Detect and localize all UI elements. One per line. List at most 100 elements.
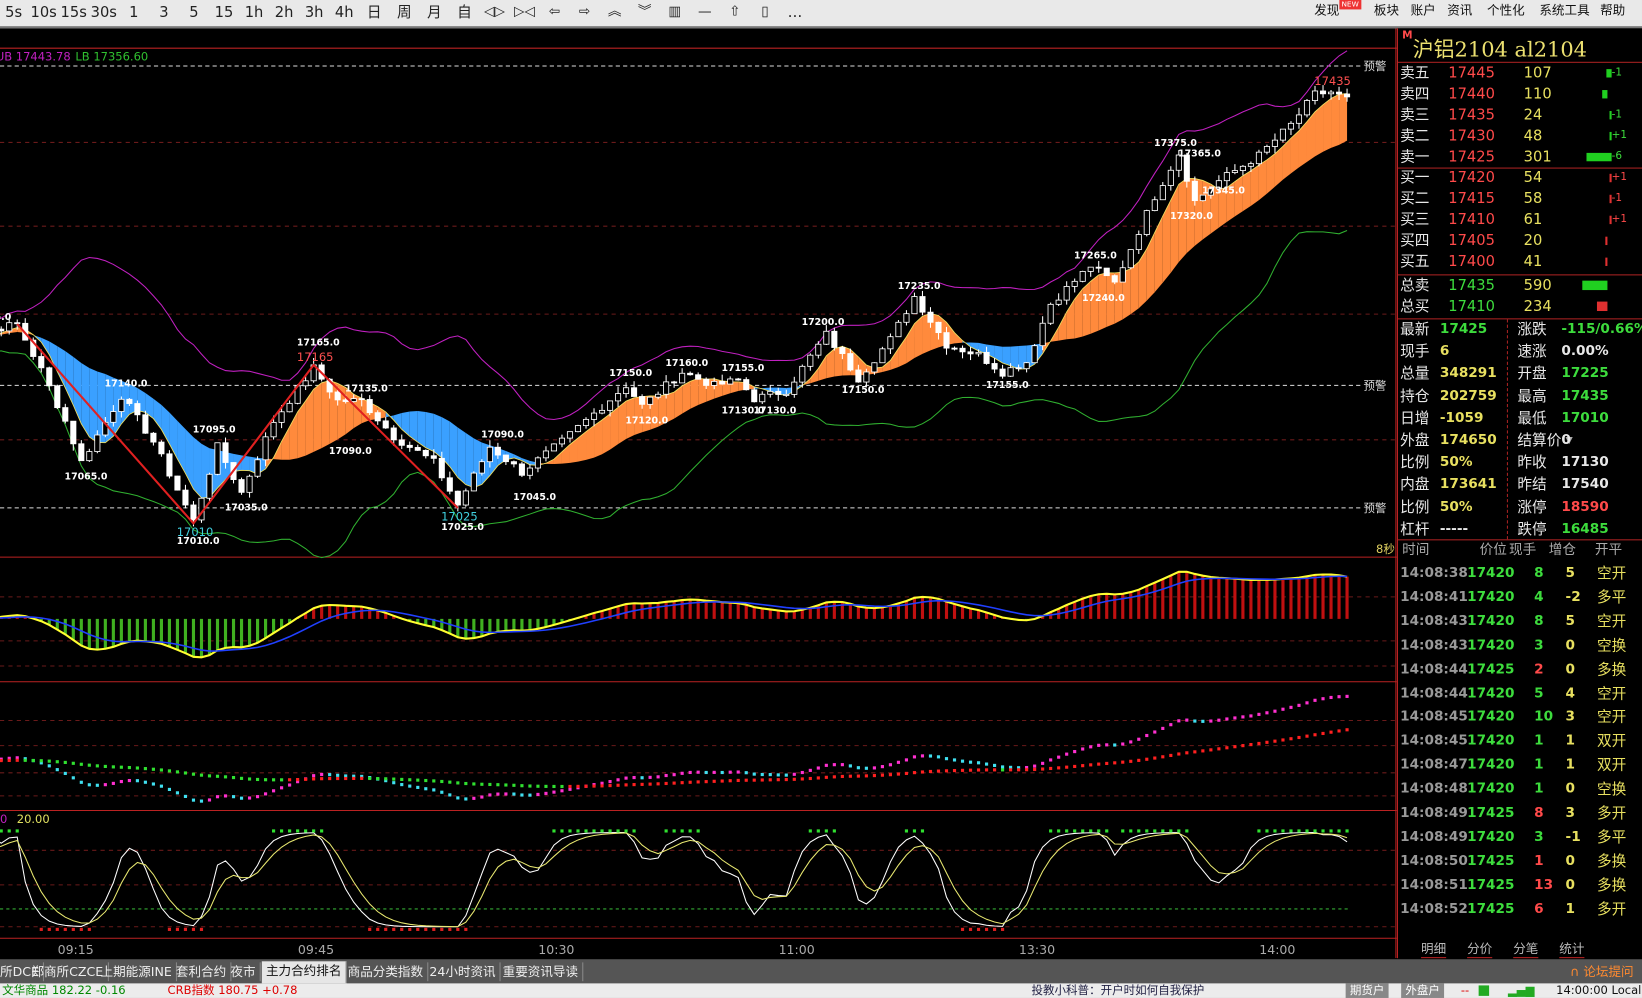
candle	[695, 374, 702, 380]
overbought-dot	[1169, 829, 1173, 833]
period-button-9[interactable]: 2h	[270, 2, 297, 23]
osc-fast-dot	[1177, 719, 1181, 723]
trade-row: 14:08:49 17420 3 -1 多平	[1398, 827, 1642, 848]
candle	[262, 436, 269, 461]
trade-oi-change: 0	[1565, 637, 1576, 654]
osc-slow-dot	[776, 778, 780, 782]
osc-slow-dot	[63, 760, 67, 765]
trade-oi-change: 3	[1565, 709, 1576, 726]
candle	[1231, 170, 1238, 173]
futures-account-button[interactable]: 期货户	[1345, 983, 1389, 998]
exchange-tab-8[interactable]: 重要资讯导读	[498, 962, 584, 982]
exchange-tab-5[interactable]: 主力合约排名	[261, 961, 347, 984]
alert-label[interactable]: 预警	[1363, 501, 1386, 515]
osc-fast-dot	[912, 755, 917, 759]
period-button-5[interactable]: 3	[150, 2, 177, 23]
menu-4[interactable]: 个性化	[1487, 2, 1525, 19]
candle	[518, 463, 525, 476]
chevron-double-up-icon[interactable]: ︽	[601, 2, 628, 23]
detail-tab-3[interactable]: 统计	[1559, 939, 1585, 959]
trade-row: 14:08:45 17420 10 3 空开	[1398, 707, 1642, 728]
period-button-14[interactable]: 月	[421, 2, 448, 23]
osc-slow-dot	[1089, 763, 1093, 767]
trade-volume: 8	[1534, 805, 1544, 821]
period-button-12[interactable]: 日	[361, 2, 388, 23]
overbought-dot	[664, 829, 668, 833]
osc-slow-dot	[23, 758, 27, 762]
line-icon[interactable]: —	[691, 2, 718, 23]
exchange-tab-7[interactable]: 24小时资讯	[425, 962, 501, 982]
arrow-right-icon[interactable]: ⇨	[571, 2, 598, 23]
tip-link[interactable]: 投教小科普：开户时如何自我保护	[1031, 983, 1204, 998]
volume-bar	[1602, 90, 1608, 99]
detail-tab-1[interactable]: 分价	[1467, 939, 1493, 959]
osc-fast-dot	[247, 796, 252, 800]
color-box-icon[interactable]: ▯	[751, 2, 778, 23]
osc-slow-dot	[936, 769, 941, 773]
candle	[1047, 303, 1054, 324]
period-button-2[interactable]: 15s	[60, 2, 87, 23]
detail-tab-0[interactable]: 明细	[1421, 939, 1447, 959]
menu-6[interactable]: 帮助	[1600, 2, 1625, 19]
period-button-13[interactable]: 周	[391, 2, 418, 23]
stat-row: 持仓 202759 最高 17435	[1398, 386, 1642, 407]
arrow-left-icon[interactable]: ⇦	[541, 2, 568, 23]
osc-fast-dot	[984, 762, 989, 766]
foreign-account-button[interactable]: 外盘户	[1401, 983, 1445, 998]
period-button-4[interactable]: 1	[120, 2, 147, 23]
menu-0[interactable]: 发现 NEW	[1314, 0, 1361, 19]
alert-label[interactable]: 预警	[1363, 379, 1386, 393]
candle	[1311, 90, 1319, 101]
kline-chart[interactable]: 预警预警预警8秒UB 17443.78LB 17356.60020.001720…	[0, 28, 1397, 959]
layout-icon[interactable]: ▥	[661, 2, 688, 23]
chevron-double-down-icon[interactable]: ︾	[631, 2, 658, 23]
candle	[1103, 267, 1110, 277]
alert-label[interactable]: 预警	[1363, 59, 1386, 73]
osc-slow-dot	[488, 782, 492, 787]
menu-1[interactable]: 板块	[1374, 2, 1399, 19]
period-button-15[interactable]: 自	[451, 2, 478, 23]
exchange-tab-3[interactable]: 套利合约	[172, 962, 232, 982]
forum-link[interactable]: ∩ 论坛提问	[1570, 962, 1633, 980]
ma-ribbon-segment	[1323, 98, 1332, 152]
menu-2[interactable]: 账户	[1411, 2, 1436, 19]
exchange-tab-4[interactable]: 夜市	[226, 962, 261, 982]
trade-price: 17425	[1467, 805, 1515, 821]
candle	[6, 322, 13, 332]
candle	[126, 398, 133, 404]
exchange-tab-2[interactable]: 上期能源INE	[96, 962, 178, 982]
ma-ribbon-segment	[826, 348, 835, 379]
exchange-tab-6[interactable]: 商品分类指数	[343, 962, 429, 982]
menu-3[interactable]: 资讯	[1447, 2, 1472, 19]
osc-slow-dot	[247, 777, 252, 781]
osc-fast-dot	[632, 775, 636, 780]
period-button-6[interactable]: 5	[180, 2, 207, 23]
connection-indicator: --	[1460, 983, 1470, 997]
period-button-10[interactable]: 3h	[301, 2, 328, 23]
osc-slow-dot	[368, 776, 372, 781]
osc-slow-dot	[432, 779, 436, 783]
period-button-0[interactable]: 5s	[0, 2, 27, 23]
period-button-3[interactable]: 30s	[90, 2, 117, 23]
more-button[interactable]: …	[781, 2, 808, 23]
arrow-up-icon[interactable]: ⇧	[721, 2, 748, 23]
osc-fast-dot	[95, 783, 99, 787]
zoom-collapse-icon[interactable]: ▷◁	[511, 2, 538, 23]
trade-time: 14:08:43	[1400, 613, 1468, 630]
period-button-7[interactable]: 15	[210, 2, 237, 23]
osc-slow-dot	[87, 763, 91, 767]
osc-fast-dot	[616, 778, 620, 782]
osc-fast-dot	[464, 797, 468, 801]
period-button-1[interactable]: 10s	[30, 2, 57, 23]
osc-fast-dot	[1257, 712, 1261, 716]
osc-fast-dot	[312, 774, 316, 778]
menu-5[interactable]: 系统工具	[1539, 2, 1589, 19]
zoom-fit-icon[interactable]: ◁▷	[481, 2, 508, 23]
detail-tab-2[interactable]: 分笔	[1513, 939, 1539, 959]
oversold-dot	[464, 927, 468, 931]
osc-slow-dot	[231, 775, 236, 780]
osc-fast-dot	[944, 757, 949, 761]
osc-fast-dot	[568, 787, 572, 791]
period-button-8[interactable]: 1h	[240, 2, 267, 23]
period-button-11[interactable]: 4h	[331, 2, 358, 23]
